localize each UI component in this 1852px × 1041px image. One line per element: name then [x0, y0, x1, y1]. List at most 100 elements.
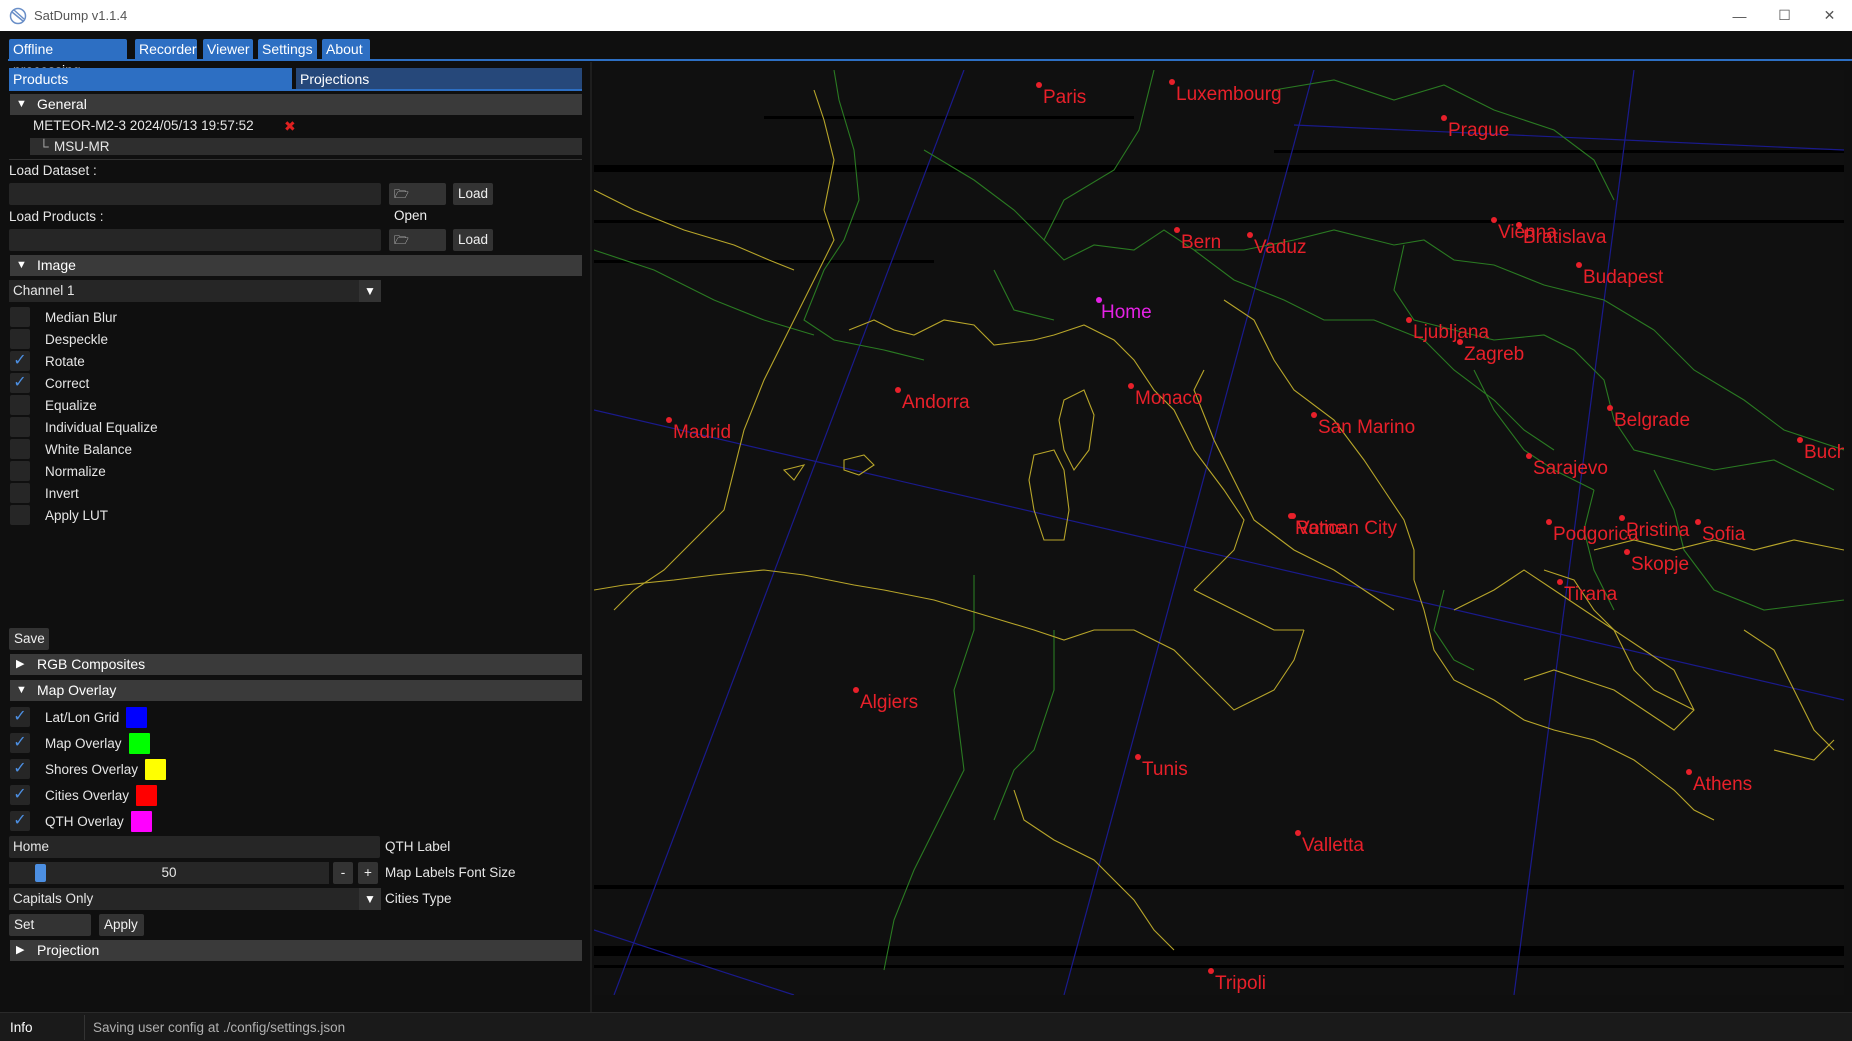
color-swatch[interactable] [126, 706, 148, 728]
main-tab-bar: Offline processing Recorder Viewer Setti… [0, 36, 1852, 78]
option-despeckle[interactable]: Despeckle [10, 328, 108, 350]
option-rotate[interactable]: ✓ Rotate [10, 350, 85, 372]
cities-type-select[interactable]: Capitals Only [9, 888, 359, 910]
tab-products[interactable]: Products [9, 68, 292, 90]
overlay-map-overlay[interactable]: ✓ Map Overlay [10, 732, 150, 754]
city-label-bratislava: Bratislava [1523, 227, 1607, 248]
map-overlay-header[interactable]: ▼ Map Overlay [10, 680, 582, 701]
city-label-san-marino: San Marino [1318, 417, 1416, 438]
minimize-button[interactable]: — [1717, 0, 1762, 31]
city-label-valletta: Valletta [1302, 835, 1364, 856]
folder-icon: 🗁 [394, 187, 409, 201]
city-label-buch: Buch [1804, 442, 1844, 463]
checkbox-label: Map Overlay [45, 735, 122, 751]
viewer-subtabs: Products Projections [9, 68, 582, 90]
close-button[interactable]: ✕ [1807, 0, 1852, 31]
city-label-tripoli: Tripoli [1215, 973, 1267, 994]
collapse-arrow-icon: ▼ [16, 684, 27, 696]
channel-dropdown-icon[interactable]: ▼ [359, 280, 381, 302]
option-invert[interactable]: Invert [10, 482, 79, 504]
open-dataset-button[interactable]: 🗁 Open [389, 183, 446, 223]
tab-projections[interactable]: Projections [296, 68, 582, 90]
option-equalize[interactable]: Equalize [10, 394, 97, 416]
checkbox[interactable] [10, 307, 30, 327]
color-swatch[interactable] [136, 784, 158, 806]
image-header[interactable]: ▼ Image [10, 255, 582, 276]
color-swatch[interactable] [145, 758, 167, 780]
checkbox[interactable]: ✓ [10, 733, 30, 753]
checkbox[interactable] [10, 439, 30, 459]
map-overlay-header-label: Map Overlay [37, 682, 117, 698]
tab-viewer[interactable]: Viewer [203, 39, 253, 60]
checkbox[interactable]: ✓ [10, 785, 30, 805]
rgb-composites-header[interactable]: ▶ RGB Composites [10, 654, 582, 675]
save-image-button[interactable]: Save [9, 628, 49, 650]
projection-header[interactable]: ▶ Projection [10, 940, 582, 961]
option-normalize[interactable]: Normalize [10, 460, 106, 482]
status-bar: Info Saving user config at ./config/sett… [0, 1012, 1852, 1041]
checkbox[interactable] [10, 505, 30, 525]
panel-splitter[interactable] [590, 62, 592, 1012]
option-apply-lut[interactable]: Apply LUT [10, 504, 108, 526]
product-item-msu-mr[interactable]: └ MSU-MR [30, 138, 582, 155]
checkbox[interactable] [10, 329, 30, 349]
overlay-shores-overlay[interactable]: ✓ Shores Overlay [10, 758, 167, 780]
city-marker-san-marino [1311, 412, 1317, 418]
option-median-blur[interactable]: Median Blur [10, 306, 117, 328]
load-dataset-path-input[interactable] [9, 183, 381, 205]
apply-button[interactable]: Apply [99, 914, 144, 936]
maximize-button[interactable]: ☐ [1762, 0, 1807, 31]
city-marker-podgorica [1546, 519, 1552, 525]
overlay-qth-overlay[interactable]: ✓ QTH Overlay [10, 810, 152, 832]
checkbox[interactable]: ✓ [10, 351, 30, 371]
tab-about[interactable]: About [322, 39, 370, 60]
city-label-monaco: Monaco [1135, 388, 1203, 409]
font-size-increase-button[interactable]: + [358, 862, 378, 884]
font-size-caption: Map Labels Font Size [385, 865, 516, 880]
option-correct[interactable]: ✓ Correct [10, 372, 89, 394]
checkbox[interactable]: ✓ [10, 811, 30, 831]
city-marker-prague [1441, 115, 1447, 121]
city-label-zagreb: Zagreb [1464, 344, 1525, 365]
checkbox[interactable] [10, 483, 30, 503]
expand-arrow-icon: ▶ [16, 658, 25, 670]
overlay-cities-overlay[interactable]: ✓ Cities Overlay [10, 784, 158, 806]
satdump-app-icon [9, 7, 27, 24]
tab-offline-processing[interactable]: Offline processing [9, 39, 127, 78]
checkbox[interactable]: ✓ [10, 759, 30, 779]
load-dataset-button[interactable]: Load [453, 183, 493, 205]
load-products-path-input[interactable] [9, 229, 381, 251]
checkbox[interactable] [10, 461, 30, 481]
load-products-button[interactable]: Load [453, 229, 493, 251]
image-header-label: Image [37, 257, 76, 273]
color-swatch[interactable] [128, 732, 150, 754]
font-size-decrease-button[interactable]: - [333, 862, 353, 884]
channel-select[interactable]: Channel 1 [9, 280, 359, 302]
city-marker-skopje [1624, 549, 1630, 555]
dataset-name[interactable]: METEOR-M2-3 2024/05/13 19:57:52 [33, 118, 254, 133]
general-header[interactable]: ▼ General [10, 94, 582, 115]
overlay-lat-lon-grid[interactable]: ✓ Lat/Lon Grid [10, 706, 148, 728]
cities-type-caption: Cities Type [385, 891, 452, 906]
font-size-slider[interactable]: 50 [9, 862, 329, 884]
tab-bar-underline [8, 59, 1852, 61]
qth-label: Home [1101, 302, 1152, 323]
option-individual-equalize[interactable]: Individual Equalize [10, 416, 158, 438]
checkbox[interactable]: ✓ [10, 707, 30, 727]
color-swatch[interactable] [130, 810, 152, 832]
set-defaults-button[interactable]: Set Defaults [9, 914, 91, 954]
city-marker-valletta [1295, 830, 1301, 836]
option-white-balance[interactable]: White Balance [10, 438, 132, 460]
checkbox-label: Despeckle [45, 331, 109, 347]
open-products-button[interactable]: 🗁 Open [389, 229, 446, 269]
city-label-ljubljana: Ljubljana [1413, 322, 1490, 343]
checkbox[interactable]: ✓ [10, 373, 30, 393]
tab-settings[interactable]: Settings [258, 39, 317, 60]
checkbox[interactable] [10, 417, 30, 437]
remove-dataset-icon[interactable]: ✖ [284, 118, 296, 135]
tab-recorder[interactable]: Recorder [135, 39, 197, 60]
checkbox[interactable] [10, 395, 30, 415]
map-image-view[interactable]: Paris Luxembourg Prague Bern Vaduz Vienna Brat… [594, 70, 1844, 995]
cities-type-dropdown-icon[interactable]: ▼ [359, 888, 381, 910]
qth-label-input[interactable]: Home [9, 836, 380, 858]
